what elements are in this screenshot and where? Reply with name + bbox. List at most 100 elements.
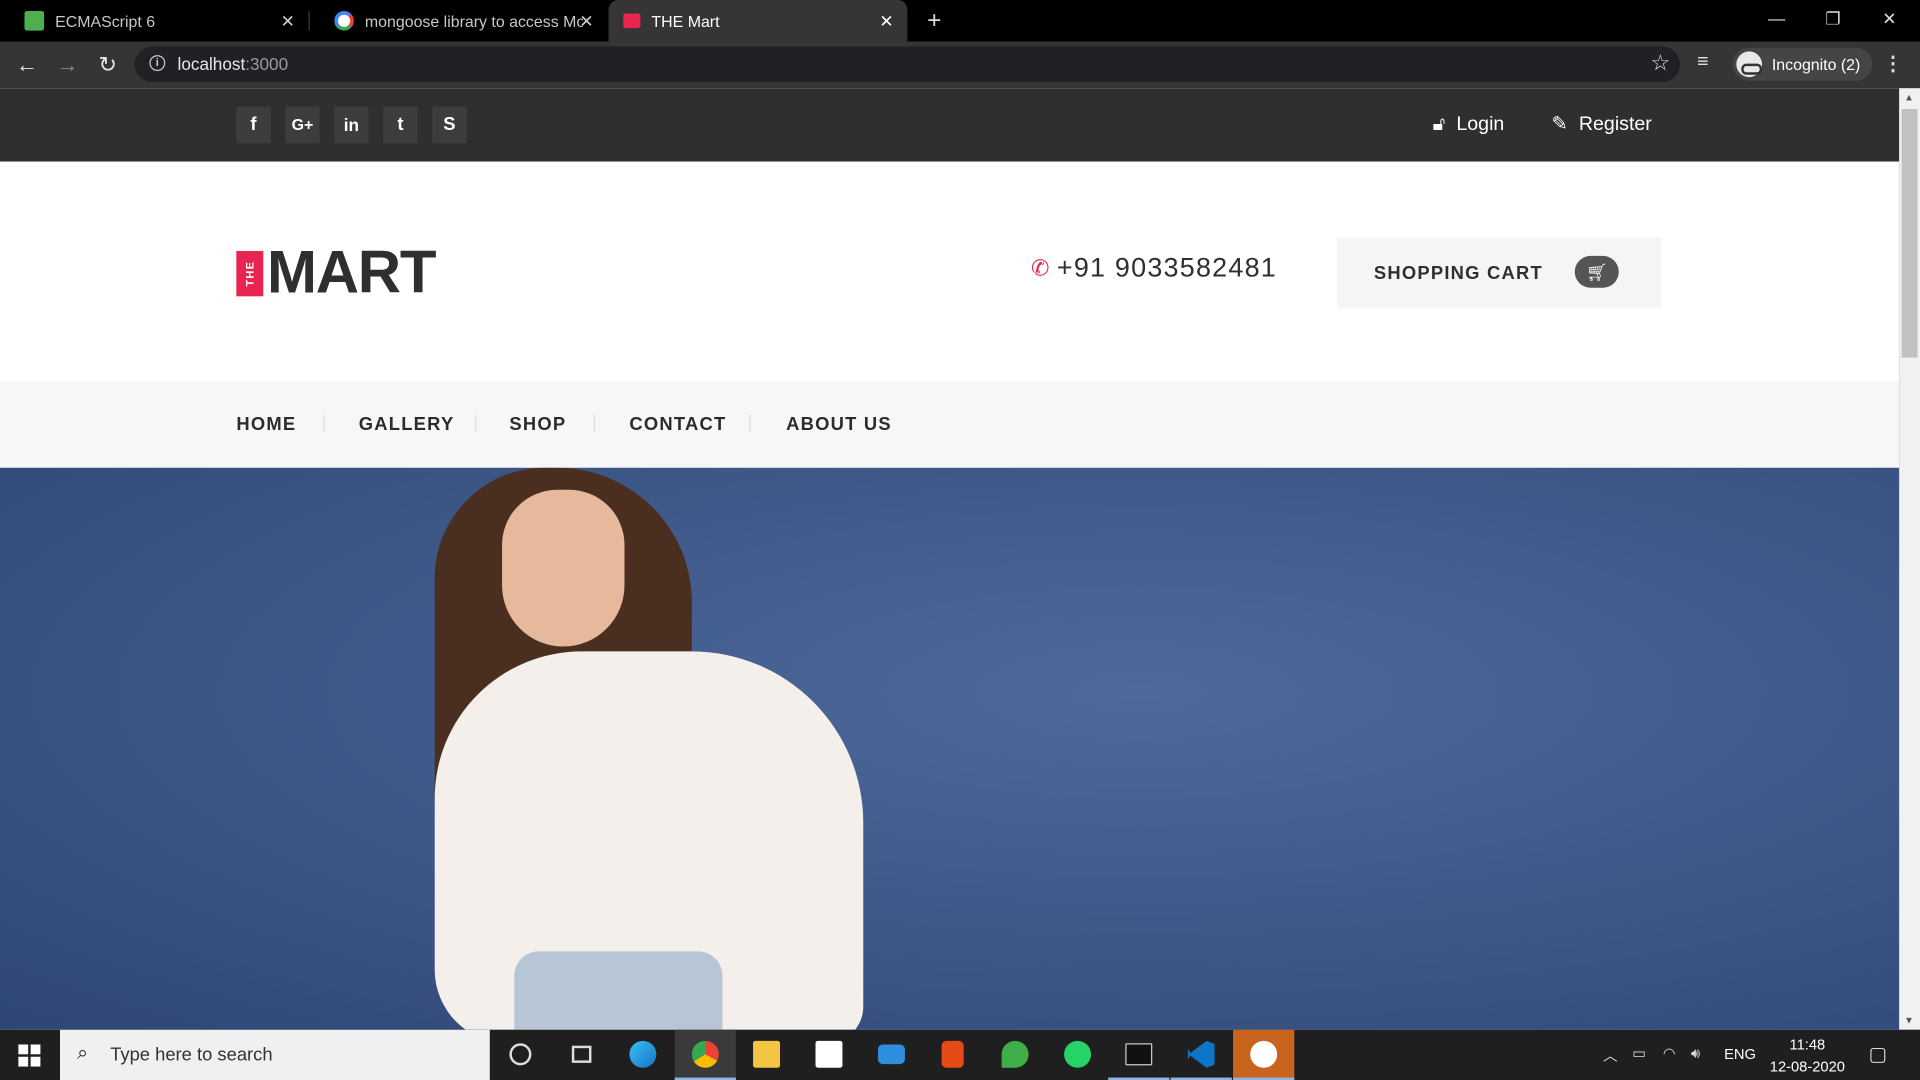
register-label: Register <box>1578 113 1652 135</box>
google-favicon-icon <box>334 11 354 31</box>
office-icon[interactable] <box>922 1030 983 1080</box>
terminal-icon[interactable] <box>1108 1030 1170 1080</box>
incognito-label: Incognito (2) <box>1771 55 1861 74</box>
url-host: localhost <box>177 53 246 74</box>
back-icon[interactable]: ← <box>12 50 41 79</box>
close-tab-icon[interactable]: ✕ <box>277 10 299 32</box>
tab-mongoose-search[interactable]: mongoose library to access Mon ✕ <box>310 0 608 42</box>
browser-menu-icon[interactable]: ⋮ <box>1883 51 1903 75</box>
page-viewport: f G+ in t S 🔓︎ Login ✎ Register THE MART… <box>0 88 1900 1030</box>
page-scrollbar[interactable]: ▲ ▼ <box>1899 88 1920 1030</box>
file-explorer-icon[interactable] <box>736 1030 797 1080</box>
task-view-icon[interactable] <box>551 1030 612 1080</box>
edge-icon[interactable] <box>612 1030 673 1080</box>
restore-icon[interactable]: ❐ <box>1805 0 1861 39</box>
hero-model-jeans <box>514 951 723 1030</box>
network-icon[interactable]: ◠ <box>1663 1044 1676 1061</box>
windows-taskbar: ⌕ Type here to search ︿ ▭ ◠ 🔊︎ ENG 11:48… <box>0 1029 1920 1080</box>
notifications-icon[interactable]: ▢ <box>1869 1042 1888 1066</box>
incognito-profile-button[interactable]: Incognito (2) <box>1732 47 1873 81</box>
url-port: :3000 <box>245 53 289 74</box>
phone-number: +91 9033582481 <box>1056 252 1278 283</box>
close-tab-icon[interactable]: ✕ <box>576 10 598 32</box>
clock-date: 12-08-2020 <box>1769 1057 1845 1076</box>
volume-icon[interactable]: 🔊︎ <box>1691 1044 1700 1062</box>
search-placeholder: Type here to search <box>110 1044 273 1066</box>
incognito-icon <box>1736 51 1763 78</box>
forward-icon[interactable]: → <box>53 50 82 79</box>
contact-phone: ✆ +91 9033582481 <box>1031 252 1277 284</box>
tab-title: ECMAScript 6 <box>55 11 156 31</box>
scroll-down-icon[interactable]: ▼ <box>1904 1015 1914 1026</box>
close-window-icon[interactable]: ✕ <box>1861 0 1917 39</box>
nav-separator <box>475 415 477 433</box>
tab-title: mongoose library to access Mon <box>364 11 583 31</box>
battery-icon[interactable]: ▭ <box>1632 1044 1646 1061</box>
lock-icon: 🔓︎ <box>1432 113 1446 135</box>
tab-the-mart[interactable]: THE Mart ✕ <box>608 0 908 42</box>
cart-icon: 🛒︎ <box>1574 255 1619 288</box>
nav-home[interactable]: HOME <box>236 414 296 435</box>
skype-icon[interactable]: S <box>432 106 467 144</box>
login-label: Login <box>1456 113 1505 135</box>
pencil-icon: ✎ <box>1551 113 1568 135</box>
bookmark-star-icon[interactable]: ☆ <box>1650 50 1670 76</box>
chrome-icon[interactable] <box>674 1029 736 1080</box>
taskbar-clock[interactable]: 11:48 12-08-2020 <box>1763 1033 1851 1077</box>
browser-tabstrip: ECMAScript 6 ✕ mongoose library to acces… <box>0 0 1920 42</box>
nav-separator <box>749 415 751 433</box>
nav-contact[interactable]: CONTACT <box>629 414 726 435</box>
screen: ECMAScript 6 ✕ mongoose library to acces… <box>0 0 1920 1080</box>
whatsapp-icon[interactable] <box>1047 1030 1108 1080</box>
logo-text: MART <box>266 240 437 307</box>
nav-separator <box>593 415 596 433</box>
linkedin-icon[interactable]: in <box>334 106 369 144</box>
nav-gallery[interactable]: GALLERY <box>359 414 455 435</box>
browser-toolbar: ← → ↻ i localhost:3000 ☆ ≡ Incognito (2)… <box>0 41 1920 89</box>
new-tab-icon[interactable]: + <box>921 7 948 34</box>
minimize-icon[interactable]: ― <box>1749 0 1805 39</box>
mail-icon[interactable] <box>861 1030 922 1080</box>
site-info-icon[interactable]: i <box>149 55 166 72</box>
phone-icon: ✆ <box>1031 255 1050 280</box>
sourcetree-icon[interactable] <box>984 1030 1045 1080</box>
vscode-icon[interactable] <box>1170 1030 1232 1080</box>
scrollbar-thumb[interactable] <box>1901 108 1918 358</box>
nav-separator <box>323 415 325 433</box>
reload-icon[interactable]: ↻ <box>93 50 122 79</box>
cart-favicon-icon <box>623 13 641 29</box>
nav-shop[interactable]: SHOP <box>509 414 566 435</box>
address-bar[interactable]: i localhost:3000 ☆ <box>134 46 1681 83</box>
w3schools-favicon-icon <box>24 11 45 31</box>
mongodb-compass-icon[interactable] <box>1233 1029 1295 1080</box>
media-queue-icon[interactable]: ≡ <box>1697 51 1708 73</box>
scroll-up-icon[interactable]: ▲ <box>1904 92 1914 103</box>
main-navigation: HOME GALLERY SHOP CONTACT ABOUT US <box>0 380 1900 468</box>
shopping-cart-label: SHOPPING CART <box>1373 263 1543 285</box>
twitter-icon[interactable]: t <box>383 106 418 144</box>
language-indicator[interactable]: ENG <box>1724 1046 1756 1063</box>
store-icon[interactable] <box>798 1030 859 1080</box>
search-icon: ⌕ <box>77 1043 89 1065</box>
close-tab-icon[interactable]: ✕ <box>876 10 898 32</box>
shopping-cart-button[interactable]: SHOPPING CART 🛒︎ <box>1337 237 1662 309</box>
clock-time: 11:48 <box>1789 1035 1826 1054</box>
tab-title: THE Mart <box>651 11 720 31</box>
site-topbar: f G+ in t S 🔓︎ Login ✎ Register <box>0 88 1900 162</box>
login-link[interactable]: 🔓︎ Login <box>1433 113 1505 137</box>
logo-badge: THE <box>236 250 264 296</box>
hero-model-face <box>502 489 625 647</box>
site-header: THE MART ✆ +91 9033582481 SHOPPING CART … <box>0 161 1900 381</box>
taskbar-search[interactable]: ⌕ Type here to search <box>60 1029 490 1080</box>
url-text[interactable]: localhost:3000 <box>178 54 289 74</box>
tab-ecmascript[interactable]: ECMAScript 6 ✕ <box>0 0 309 42</box>
nav-about-us[interactable]: ABOUT US <box>786 414 892 435</box>
register-link[interactable]: ✎ Register <box>1551 113 1651 137</box>
facebook-icon[interactable]: f <box>236 106 271 144</box>
cortana-icon[interactable] <box>490 1030 551 1080</box>
hero-banner <box>0 467 1900 1030</box>
site-logo[interactable]: THE MART <box>236 240 437 307</box>
windows-start-icon[interactable] <box>18 1044 41 1067</box>
tray-overflow-icon[interactable]: ︿ <box>1603 1044 1618 1065</box>
google-plus-icon[interactable]: G+ <box>285 106 320 144</box>
